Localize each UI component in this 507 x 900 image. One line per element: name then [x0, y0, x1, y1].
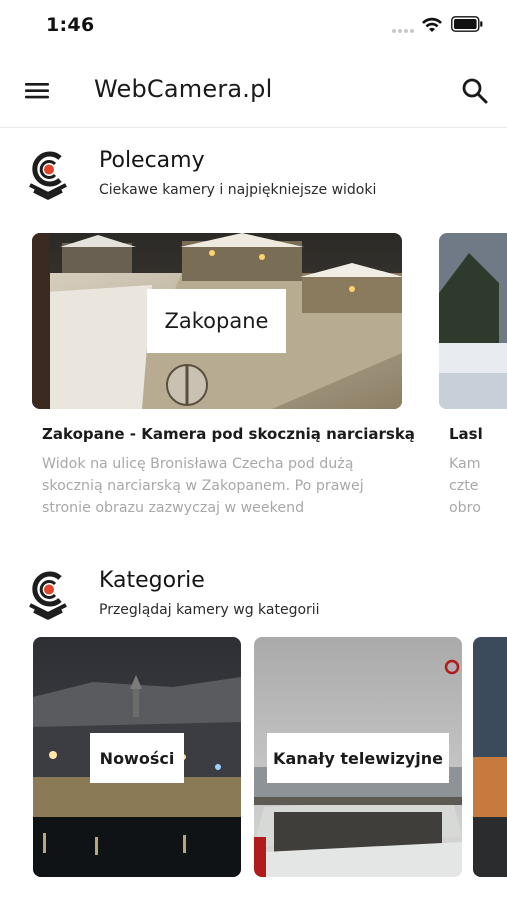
section-title: Kategorie	[99, 568, 205, 593]
camera-thumbnail[interactable]	[439, 233, 507, 409]
section-subtitle: Przeglądaj kamery wg kategorii	[99, 602, 320, 618]
category-card-kanaly-telewizyjne[interactable]: Kanały telewizyjne	[254, 637, 462, 877]
category-card-nowosci[interactable]: Nowości	[33, 637, 241, 877]
cellular-signal-icon	[392, 27, 416, 33]
featured-section-header: Polecamy Ciekawe kamery i najpiękniejsze…	[0, 148, 507, 208]
categories-carousel[interactable]: Nowości Kanały telewizyjne	[0, 637, 507, 877]
app-title: WebCamera.pl	[94, 75, 273, 103]
search-icon[interactable]	[460, 76, 490, 106]
wifi-icon	[422, 17, 442, 32]
featured-carousel[interactable]: Zakopane Zakopane - Kamera pod skocznią …	[0, 233, 507, 533]
mountain-camera-image	[439, 233, 507, 409]
category-label: Nowości	[90, 733, 184, 783]
category-label: Kanały telewizyjne	[267, 733, 449, 783]
webcamera-logo-icon	[29, 571, 67, 620]
status-time: 1:46	[46, 14, 95, 36]
categories-section-header: Kategorie Przeglądaj kamery wg kategorii	[0, 568, 507, 628]
camera-location-label: Zakopane	[147, 289, 286, 353]
featured-card[interactable]: Zakopane Zakopane - Kamera pod skocznią …	[32, 233, 415, 519]
featured-card[interactable]: Lasl Kam czte obro	[439, 233, 507, 519]
camera-description: Kam czte obro	[449, 456, 481, 516]
battery-icon	[451, 16, 483, 32]
section-subtitle: Ciekawe kamery i najpiękniejsze widoki	[99, 182, 377, 198]
hamburger-menu-icon[interactable]	[20, 74, 52, 106]
camera-description: Widok na ulicę Bronisława Czecha pod duż…	[42, 456, 364, 516]
app-header: WebCamera.pl	[0, 52, 507, 128]
camera-title[interactable]: Lasl	[439, 425, 507, 443]
category-card[interactable]	[473, 637, 507, 877]
webcamera-logo-icon	[29, 151, 67, 200]
camera-thumbnail[interactable]: Zakopane	[32, 233, 402, 409]
camera-title[interactable]: Zakopane - Kamera pod skocznią narciarsk…	[32, 425, 415, 443]
status-bar: 1:46	[0, 0, 507, 52]
section-title: Polecamy	[99, 148, 205, 173]
sunset-camera-image	[473, 637, 507, 877]
